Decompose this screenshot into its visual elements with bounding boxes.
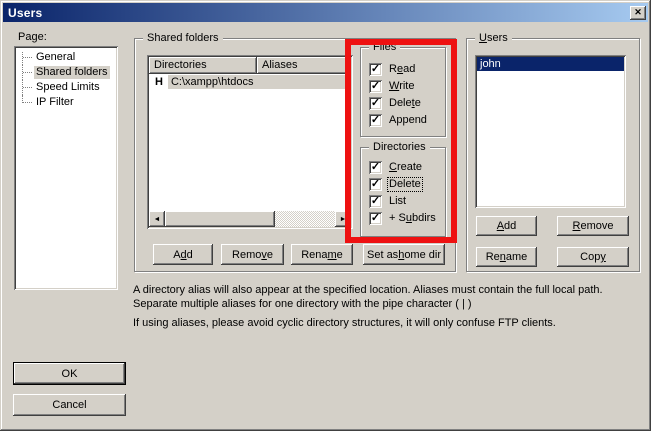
users-list: john [475, 55, 626, 208]
user-list-item-john[interactable]: john [477, 57, 624, 71]
shared-add-button[interactable]: Add [153, 244, 213, 265]
directories-listview: Directories Aliases H C:\xampp\htdocs ◄ … [147, 55, 353, 229]
page-label: Page: [18, 31, 47, 43]
checkbox-dirs-subdirs[interactable]: ✓ + Subdirs [369, 212, 437, 225]
users-copy-button[interactable]: Copy [557, 247, 629, 267]
check-icon: ✓ [371, 196, 380, 207]
titlebar: Users ✕ [3, 3, 648, 22]
shared-rename-button[interactable]: Rename [291, 244, 353, 265]
scroll-left-icon: ◄ [154, 216, 161, 223]
users-group-label: Users [475, 32, 512, 44]
checkbox-files-write[interactable]: ✓ Write [369, 80, 415, 93]
directory-row[interactable]: H C:\xampp\htdocs [149, 74, 351, 90]
home-directory-flag: H [149, 76, 168, 88]
alias-note-text: A directory alias will also appear at th… [133, 283, 635, 311]
checkbox-box: ✓ [369, 114, 382, 127]
tree-branch-icon [18, 80, 34, 95]
tree-item-general[interactable]: General [18, 50, 118, 65]
directories-permissions-group: Directories ✓ Create ✓ Delete ✓ List ✓ +… [360, 147, 446, 237]
check-icon: ✓ [371, 64, 380, 75]
ok-button[interactable]: OK [13, 362, 126, 385]
tree-item-shared-folders[interactable]: Shared folders [18, 65, 118, 80]
check-icon: ✓ [371, 115, 380, 126]
scroll-left-button[interactable]: ◄ [149, 211, 165, 227]
checkbox-dirs-list[interactable]: ✓ List [369, 195, 407, 208]
users-group: Users john Add Remove Rename Copy [466, 38, 640, 272]
horizontal-scrollbar[interactable]: ◄ ► [149, 211, 351, 227]
set-as-home-dir-button[interactable]: Set as home dir [363, 244, 445, 265]
checkbox-box: ✓ [369, 212, 382, 225]
check-icon: ✓ [371, 98, 380, 109]
users-remove-button[interactable]: Remove [557, 216, 629, 236]
checkbox-box: ✓ [369, 195, 382, 208]
users-dialog: Users ✕ Page: General Shared folders Spe… [0, 0, 651, 431]
checkbox-box: ✓ [369, 161, 382, 174]
files-group-label: Files [369, 41, 400, 53]
shared-folders-group-label: Shared folders [143, 32, 223, 44]
close-button[interactable]: ✕ [630, 6, 646, 20]
users-add-button[interactable]: Add [476, 216, 537, 236]
directories-group-label: Directories [369, 141, 430, 153]
tree-branch-icon [18, 50, 34, 65]
tree-branch-icon [18, 95, 34, 110]
cyclic-note-text: If using aliases, please avoid cyclic di… [133, 316, 651, 330]
checkbox-box: ✓ [369, 63, 382, 76]
checkbox-dirs-create[interactable]: ✓ Create [369, 161, 423, 174]
close-icon: ✕ [634, 7, 642, 18]
check-icon: ✓ [371, 213, 380, 224]
cancel-button[interactable]: Cancel [13, 394, 126, 416]
window-title: Users [8, 6, 42, 20]
checkbox-files-read[interactable]: ✓ Read [369, 63, 416, 76]
column-header-directories[interactable]: Directories [149, 57, 257, 74]
directory-path: C:\xampp\htdocs [168, 75, 351, 89]
tree-item-speed-limits[interactable]: Speed Limits [18, 80, 118, 95]
tree-branch-icon [18, 65, 34, 80]
check-icon: ✓ [371, 179, 380, 190]
files-permissions-group: Files ✓ Read ✓ Write ✓ Delete ✓ Append [360, 47, 446, 137]
checkbox-box: ✓ [369, 97, 382, 110]
scroll-right-button[interactable]: ► [335, 211, 351, 227]
column-header-aliases[interactable]: Aliases [257, 57, 351, 74]
check-icon: ✓ [371, 162, 380, 173]
checkbox-files-append[interactable]: ✓ Append [369, 114, 428, 127]
checkbox-files-delete[interactable]: ✓ Delete [369, 97, 422, 110]
tree-item-ip-filter[interactable]: IP Filter [18, 95, 118, 110]
scrollbar-thumb[interactable] [165, 211, 275, 227]
checkbox-box: ✓ [369, 80, 382, 93]
page-tree: General Shared folders Speed Limits IP F… [14, 46, 118, 290]
listview-header: Directories Aliases [149, 57, 351, 74]
checkbox-box: ✓ [369, 178, 382, 191]
checkbox-dirs-delete[interactable]: ✓ Delete [369, 178, 422, 191]
shared-remove-button[interactable]: Remove [221, 244, 284, 265]
scroll-right-icon: ► [340, 216, 347, 223]
users-rename-button[interactable]: Rename [476, 247, 537, 267]
check-icon: ✓ [371, 81, 380, 92]
